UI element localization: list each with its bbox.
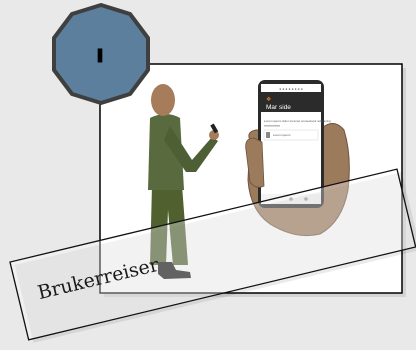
phone-card-icon [266, 132, 270, 138]
phone-card-text: Lorem ipsum [273, 133, 291, 137]
illustration-scene: ● ● ● ● ● ● ● ● ❖ Mar side Lorem ipsum d… [9, 3, 416, 343]
person-head [151, 84, 175, 116]
phone-logo: ❖ [266, 96, 271, 103]
phone-body-line [264, 125, 280, 127]
phone-header-title: Mar side [266, 104, 291, 111]
phone-body-text: Lorem ipsum dolor sit amet consectetur a… [264, 119, 331, 123]
badge-glyph: ❚ [94, 47, 106, 63]
badge: ❚ [52, 3, 150, 105]
phone-status-text: ● ● ● ● ● ● ● ● [279, 87, 303, 91]
